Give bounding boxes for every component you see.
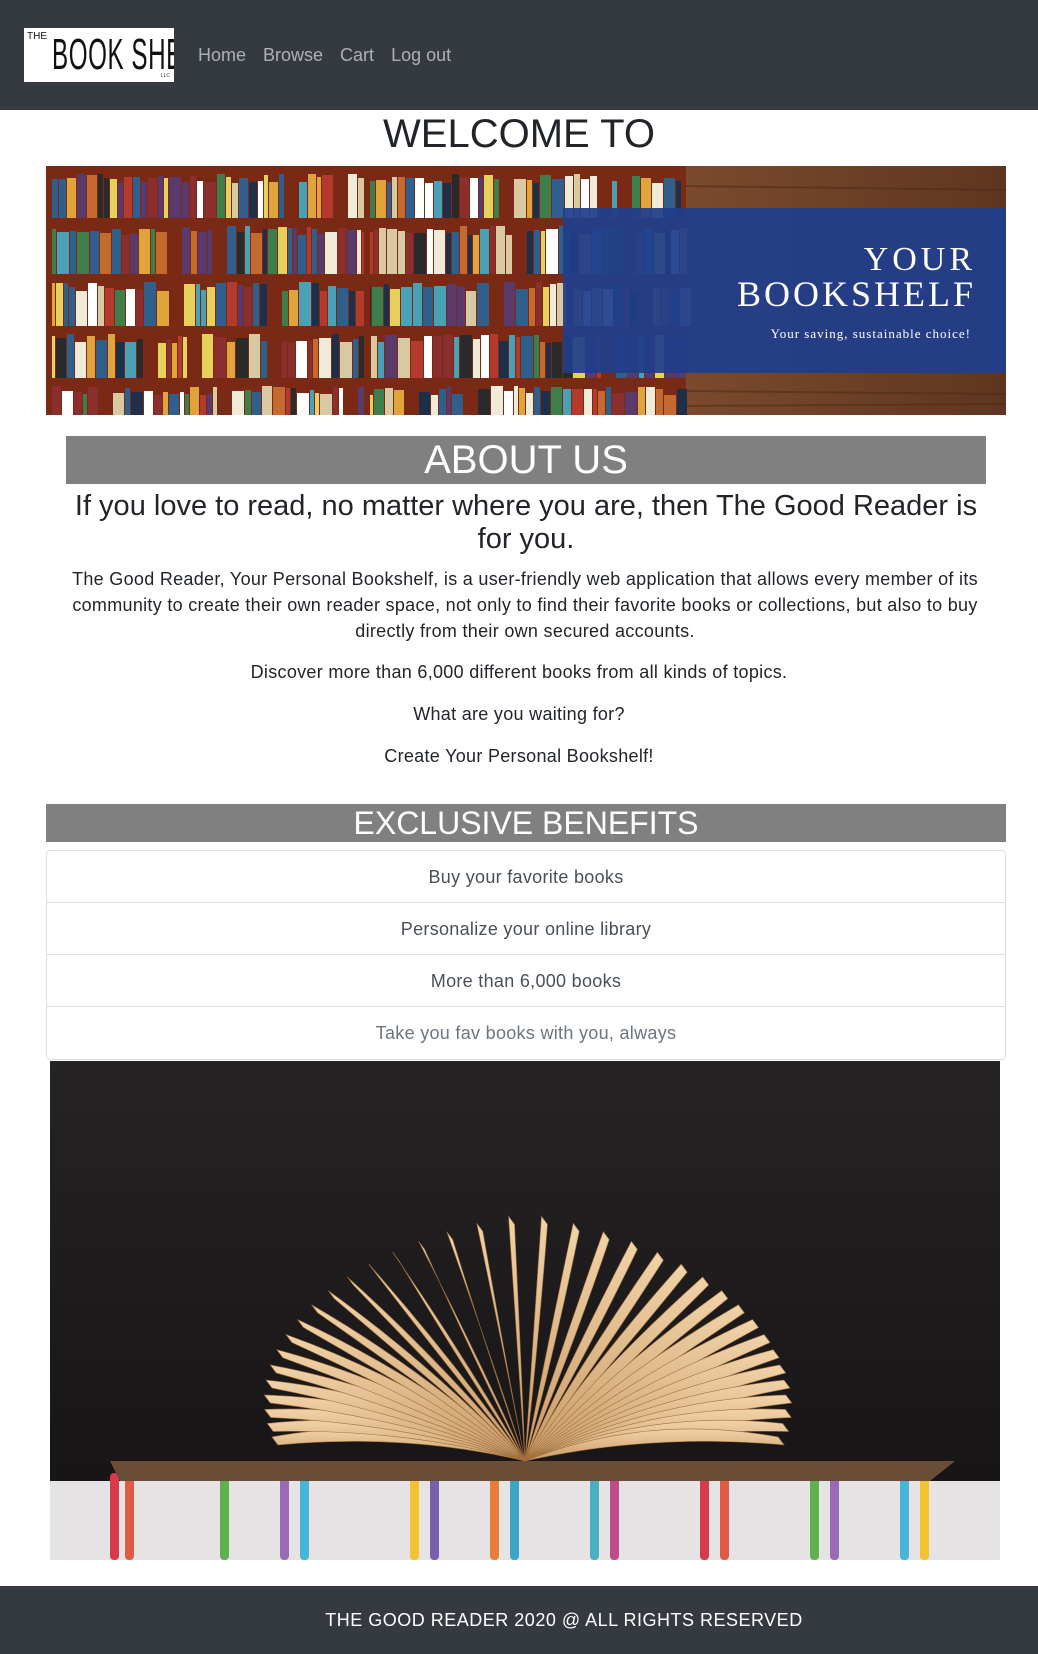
banner-line1: YOUR bbox=[864, 241, 976, 278]
footer: THE GOOD READER 2020 @ ALL RIGHTS RESERV… bbox=[0, 1586, 1038, 1654]
logo-llc: LLC bbox=[160, 73, 170, 79]
welcome-heading: WELCOME TO bbox=[383, 112, 655, 156]
about-waiting: What are you waiting for? bbox=[413, 704, 625, 724]
nav-home-link[interactable]: Home bbox=[198, 44, 246, 66]
logo-main: BOOK SHELF bbox=[52, 30, 174, 79]
nav-links: Home Browse Cart Log out bbox=[198, 44, 468, 66]
bookshelf-banner: YOUR BOOKSHELF Your saving, sustainable … bbox=[46, 166, 1006, 415]
about-tagline: If you love to read, no matter where you… bbox=[74, 490, 978, 555]
footer-copyright: THE GOOD READER 2020 @ ALL RIGHTS RESERV… bbox=[325, 1610, 803, 1630]
banner-line2: BOOKSHELF bbox=[737, 274, 976, 314]
navbar: THE BOOK SHELF LLC Home Browse Cart Log … bbox=[0, 0, 1038, 110]
nav-logout-link[interactable]: Log out bbox=[391, 44, 451, 66]
benefits-heading: EXCLUSIVE BENEFITS bbox=[46, 804, 1006, 842]
benefit-item: Personalize your online library bbox=[47, 903, 1005, 955]
nav-browse-link[interactable]: Browse bbox=[263, 44, 323, 66]
benefit-item: Buy your favorite books bbox=[47, 851, 1005, 903]
nav-cart-link[interactable]: Cart bbox=[340, 44, 374, 66]
benefit-item: More than 6,000 books bbox=[47, 955, 1005, 1007]
about-paragraph: The Good Reader, Your Personal Bookshelf… bbox=[72, 569, 978, 641]
about-heading: ABOUT US bbox=[66, 436, 986, 484]
footer-text: THE GOOD READER 2020 @ ALL RIGHTS RESERV… bbox=[0, 1586, 1038, 1654]
open-book-image bbox=[50, 1061, 1000, 1560]
benefits-list: Buy your favorite books Personalize your… bbox=[46, 850, 1006, 1060]
about-discover: Discover more than 6,000 different books… bbox=[250, 662, 788, 682]
bookshelf-logo[interactable]: THE BOOK SHELF LLC bbox=[24, 28, 174, 82]
about-create: Create Your Personal Bookshelf! bbox=[384, 746, 654, 766]
banner-line3: Your saving, sustainable choice! bbox=[771, 326, 971, 341]
logo-the: THE bbox=[27, 31, 47, 42]
benefit-item: Take you fav books with you, always bbox=[375, 1023, 677, 1043]
